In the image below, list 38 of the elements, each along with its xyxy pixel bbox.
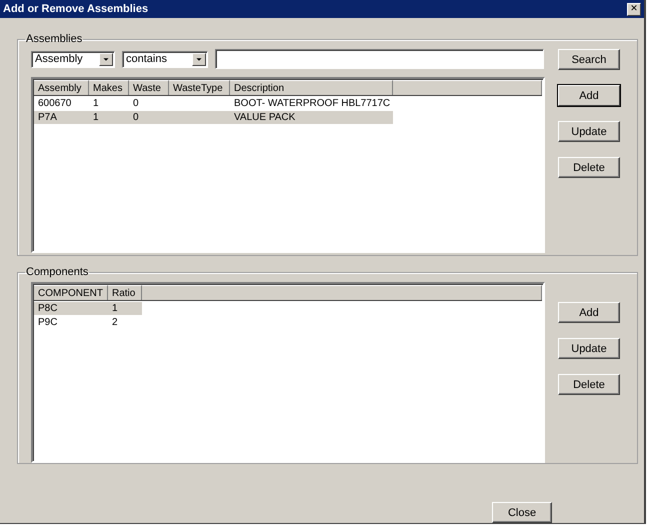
data-table[interactable]: COMPONENT Ratio P8C 1 P9C 2 xyxy=(31,282,545,463)
close-button[interactable]: Close xyxy=(492,502,552,523)
field-dropdown[interactable]: Assembly xyxy=(31,50,115,68)
table-row[interactable]: P8C 1 xyxy=(34,302,142,315)
column-header[interactable]: Waste xyxy=(129,80,169,95)
group-title: Assemblies xyxy=(25,33,84,45)
add-button[interactable]: Add xyxy=(558,85,620,106)
add-button[interactable]: Add xyxy=(558,302,620,323)
table-cell-text: 1 xyxy=(92,97,100,110)
column-header[interactable]: Makes xyxy=(89,80,129,95)
table-cell-text: 1 xyxy=(92,111,100,124)
update-button[interactable]: Update xyxy=(558,121,620,142)
table-cell-text: 0 xyxy=(132,111,140,124)
column-header[interactable]: COMPONENT xyxy=(34,285,108,300)
table-cell-text: 2 xyxy=(111,316,119,329)
table-cell-text: BOOT- WATERPROOF HBL7717C xyxy=(233,97,392,110)
table-cell-text: 0 xyxy=(132,97,140,110)
table-cell-text: VALUE PACK xyxy=(233,111,296,124)
update-button[interactable]: Update xyxy=(558,338,620,359)
column-header[interactable]: Ratio xyxy=(108,285,142,300)
operator-dropdown[interactable]: contains xyxy=(122,50,208,68)
table-cell-text: P9C xyxy=(37,316,58,329)
window-title: Add or Remove Assemblies xyxy=(3,3,148,15)
delete-button[interactable]: Delete xyxy=(558,157,620,178)
table-row[interactable]: P7A 1 0 VALUE PACK xyxy=(34,111,393,124)
column-header[interactable]: WasteType xyxy=(169,80,230,95)
table-cell-text: P8C xyxy=(37,302,58,315)
group-title: Components xyxy=(25,266,90,278)
delete-button[interactable]: Delete xyxy=(558,374,620,395)
table-cell-text: 600670 xyxy=(37,97,72,110)
close-icon[interactable]: ✕ xyxy=(627,2,641,16)
search-button[interactable]: Search xyxy=(558,49,620,70)
table-cell-text: P7A xyxy=(37,111,58,124)
column-header[interactable]: Description xyxy=(230,80,393,95)
search-field[interactable] xyxy=(215,49,544,69)
table-cell-text: 1 xyxy=(111,302,119,315)
data-table[interactable]: Assembly Makes Waste WasteType Description 600670 1 0 BOOT- WATERPROOF HBL7717C P7A 1 0 VALUE PACK xyxy=(31,77,545,253)
column-header[interactable]: Assembly xyxy=(34,80,89,95)
